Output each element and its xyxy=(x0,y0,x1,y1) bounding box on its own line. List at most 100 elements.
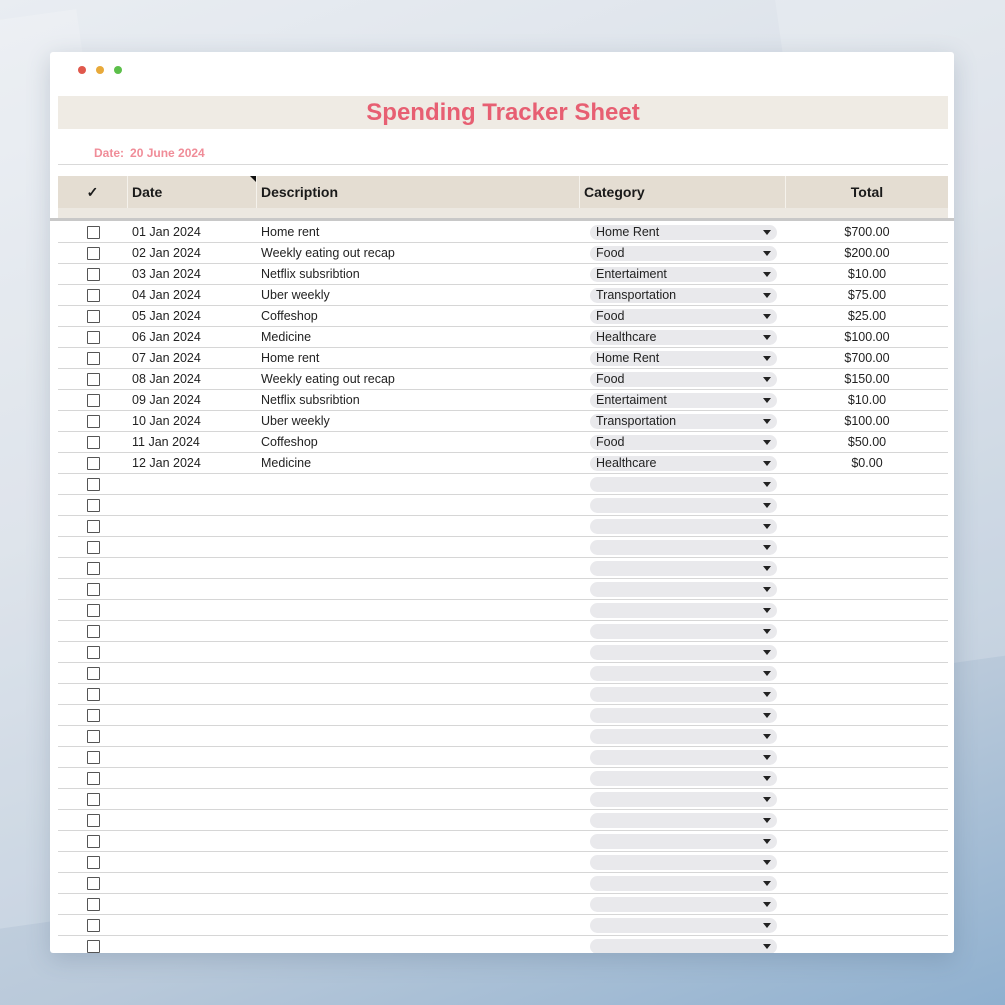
dropdown-arrow-icon[interactable] xyxy=(763,775,771,781)
category-dropdown[interactable] xyxy=(590,644,777,660)
row-checkbox[interactable] xyxy=(86,603,100,617)
category-dropdown[interactable] xyxy=(590,539,777,555)
row-checkbox[interactable] xyxy=(86,876,100,890)
category-dropdown[interactable]: Food xyxy=(590,434,777,450)
category-dropdown[interactable] xyxy=(590,560,777,576)
dropdown-arrow-icon[interactable] xyxy=(763,712,771,718)
row-total[interactable]: $25.00 xyxy=(786,309,948,323)
dropdown-arrow-icon[interactable] xyxy=(763,250,771,256)
row-total[interactable]: $150.00 xyxy=(786,372,948,386)
dropdown-arrow-icon[interactable] xyxy=(763,880,771,886)
category-dropdown[interactable]: Home Rent xyxy=(590,224,777,240)
row-date[interactable]: 03 Jan 2024 xyxy=(128,267,257,281)
category-dropdown[interactable] xyxy=(590,518,777,534)
row-checkbox[interactable] xyxy=(86,309,100,323)
close-dot[interactable] xyxy=(78,66,86,74)
category-dropdown[interactable] xyxy=(590,791,777,807)
dropdown-arrow-icon[interactable] xyxy=(763,586,771,592)
row-date[interactable]: 09 Jan 2024 xyxy=(128,393,257,407)
cell-note-indicator[interactable] xyxy=(250,176,256,182)
row-description[interactable]: Medicine xyxy=(257,330,580,344)
category-dropdown[interactable] xyxy=(590,581,777,597)
row-checkbox[interactable] xyxy=(86,708,100,722)
row-checkbox[interactable] xyxy=(86,645,100,659)
category-dropdown[interactable] xyxy=(590,686,777,702)
row-checkbox[interactable] xyxy=(86,246,100,260)
dropdown-arrow-icon[interactable] xyxy=(763,565,771,571)
row-checkbox[interactable] xyxy=(86,939,100,953)
row-checkbox[interactable] xyxy=(86,855,100,869)
maximize-dot[interactable] xyxy=(114,66,122,74)
row-description[interactable]: Netflix subsribtion xyxy=(257,393,580,407)
category-dropdown[interactable] xyxy=(590,602,777,618)
dropdown-arrow-icon[interactable] xyxy=(763,943,771,949)
row-description[interactable]: Netflix subsribtion xyxy=(257,267,580,281)
dropdown-arrow-icon[interactable] xyxy=(763,817,771,823)
dropdown-arrow-icon[interactable] xyxy=(763,460,771,466)
category-dropdown[interactable]: Entertaiment xyxy=(590,266,777,282)
row-checkbox[interactable] xyxy=(86,540,100,554)
dropdown-arrow-icon[interactable] xyxy=(763,502,771,508)
dropdown-arrow-icon[interactable] xyxy=(763,418,771,424)
category-dropdown[interactable]: Home Rent xyxy=(590,350,777,366)
category-dropdown[interactable] xyxy=(590,875,777,891)
row-date[interactable]: 04 Jan 2024 xyxy=(128,288,257,302)
row-date[interactable]: 10 Jan 2024 xyxy=(128,414,257,428)
dropdown-arrow-icon[interactable] xyxy=(763,523,771,529)
row-description[interactable]: Weekly eating out recap xyxy=(257,372,580,386)
row-checkbox[interactable] xyxy=(86,624,100,638)
row-checkbox[interactable] xyxy=(86,372,100,386)
row-description[interactable]: Coffeshop xyxy=(257,309,580,323)
date-value[interactable]: 20 June 2024 xyxy=(130,146,205,160)
dropdown-arrow-icon[interactable] xyxy=(763,229,771,235)
dropdown-arrow-icon[interactable] xyxy=(763,376,771,382)
dropdown-arrow-icon[interactable] xyxy=(763,292,771,298)
row-checkbox[interactable] xyxy=(86,477,100,491)
row-total[interactable]: $200.00 xyxy=(786,246,948,260)
row-checkbox[interactable] xyxy=(86,519,100,533)
row-checkbox[interactable] xyxy=(86,813,100,827)
row-date[interactable]: 08 Jan 2024 xyxy=(128,372,257,386)
dropdown-arrow-icon[interactable] xyxy=(763,733,771,739)
category-dropdown[interactable] xyxy=(590,665,777,681)
category-dropdown[interactable]: Healthcare xyxy=(590,455,777,471)
category-dropdown[interactable] xyxy=(590,749,777,765)
dropdown-arrow-icon[interactable] xyxy=(763,628,771,634)
row-checkbox[interactable] xyxy=(86,792,100,806)
dropdown-arrow-icon[interactable] xyxy=(763,838,771,844)
category-dropdown[interactable] xyxy=(590,854,777,870)
row-description[interactable]: Weekly eating out recap xyxy=(257,246,580,260)
row-checkbox[interactable] xyxy=(86,750,100,764)
category-dropdown[interactable]: Food xyxy=(590,371,777,387)
row-description[interactable]: Uber weekly xyxy=(257,288,580,302)
dropdown-arrow-icon[interactable] xyxy=(763,481,771,487)
row-date[interactable]: 11 Jan 2024 xyxy=(128,435,257,449)
row-total[interactable]: $100.00 xyxy=(786,330,948,344)
category-dropdown[interactable] xyxy=(590,896,777,912)
category-dropdown[interactable]: Transportation xyxy=(590,287,777,303)
category-dropdown[interactable] xyxy=(590,728,777,744)
row-description[interactable]: Home rent xyxy=(257,351,580,365)
category-dropdown[interactable]: Healthcare xyxy=(590,329,777,345)
row-total[interactable]: $100.00 xyxy=(786,414,948,428)
dropdown-arrow-icon[interactable] xyxy=(763,439,771,445)
row-checkbox[interactable] xyxy=(86,435,100,449)
row-date[interactable]: 06 Jan 2024 xyxy=(128,330,257,344)
dropdown-arrow-icon[interactable] xyxy=(763,796,771,802)
dropdown-arrow-icon[interactable] xyxy=(763,859,771,865)
dropdown-arrow-icon[interactable] xyxy=(763,649,771,655)
row-checkbox[interactable] xyxy=(86,582,100,596)
row-total[interactable]: $700.00 xyxy=(786,351,948,365)
row-date[interactable]: 05 Jan 2024 xyxy=(128,309,257,323)
dropdown-arrow-icon[interactable] xyxy=(763,922,771,928)
row-checkbox[interactable] xyxy=(86,288,100,302)
dropdown-arrow-icon[interactable] xyxy=(763,691,771,697)
row-checkbox[interactable] xyxy=(86,666,100,680)
row-total[interactable]: $75.00 xyxy=(786,288,948,302)
row-checkbox[interactable] xyxy=(86,330,100,344)
row-total[interactable]: $700.00 xyxy=(786,225,948,239)
category-dropdown[interactable] xyxy=(590,833,777,849)
row-description[interactable]: Home rent xyxy=(257,225,580,239)
row-date[interactable]: 07 Jan 2024 xyxy=(128,351,257,365)
row-checkbox[interactable] xyxy=(86,414,100,428)
